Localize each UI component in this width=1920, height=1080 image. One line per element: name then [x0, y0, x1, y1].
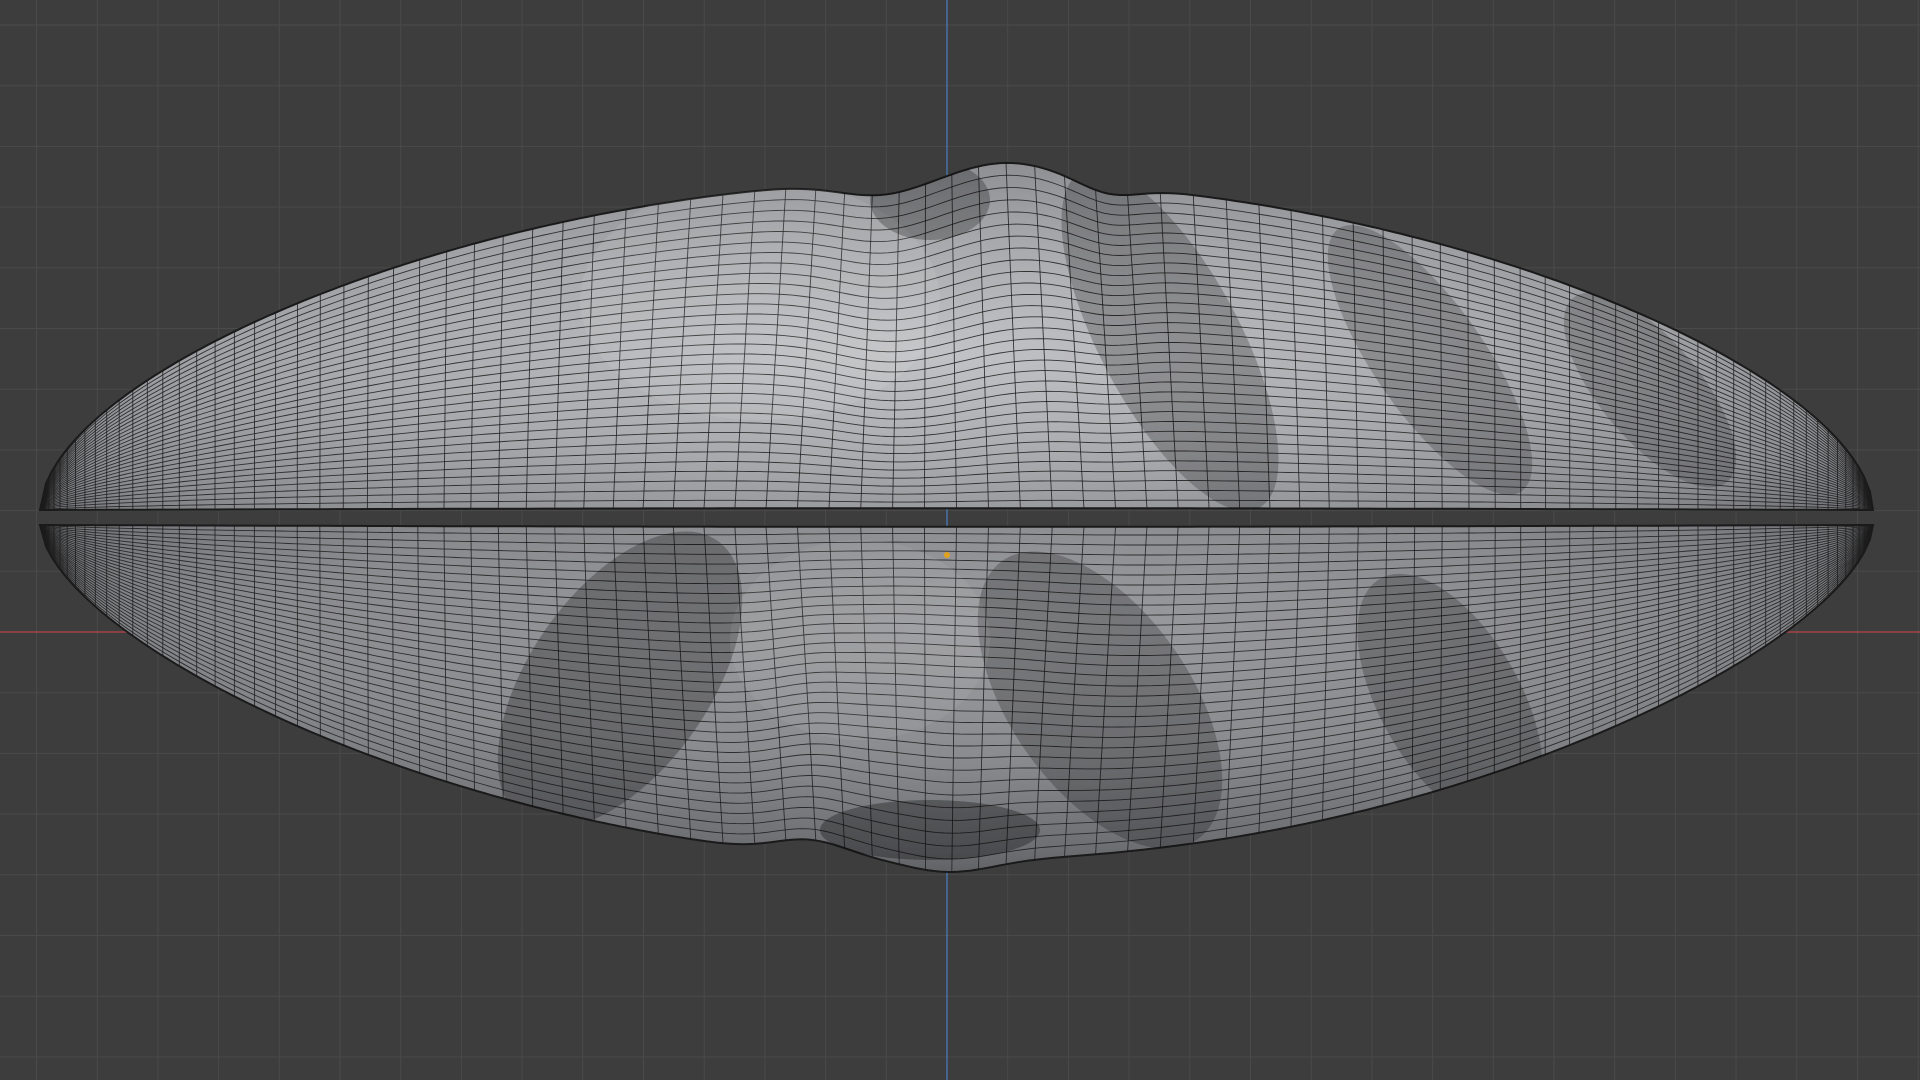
fold-shadow: [820, 800, 1040, 860]
lower-shell[interactable]: [38, 489, 1875, 891]
fold-shadow: [870, 162, 990, 240]
3d-viewport[interactable]: [0, 0, 1920, 1080]
object-origin-point[interactable]: [944, 552, 950, 558]
upper-shell[interactable]: [38, 139, 1875, 540]
sculpted-shell-mesh[interactable]: [38, 139, 1875, 891]
mesh-edge-ring: [319, 294, 321, 510]
mesh-edge-ring: [319, 525, 321, 736]
fold-shadow: [730, 540, 990, 740]
viewport-canvas[interactable]: [0, 0, 1920, 1080]
